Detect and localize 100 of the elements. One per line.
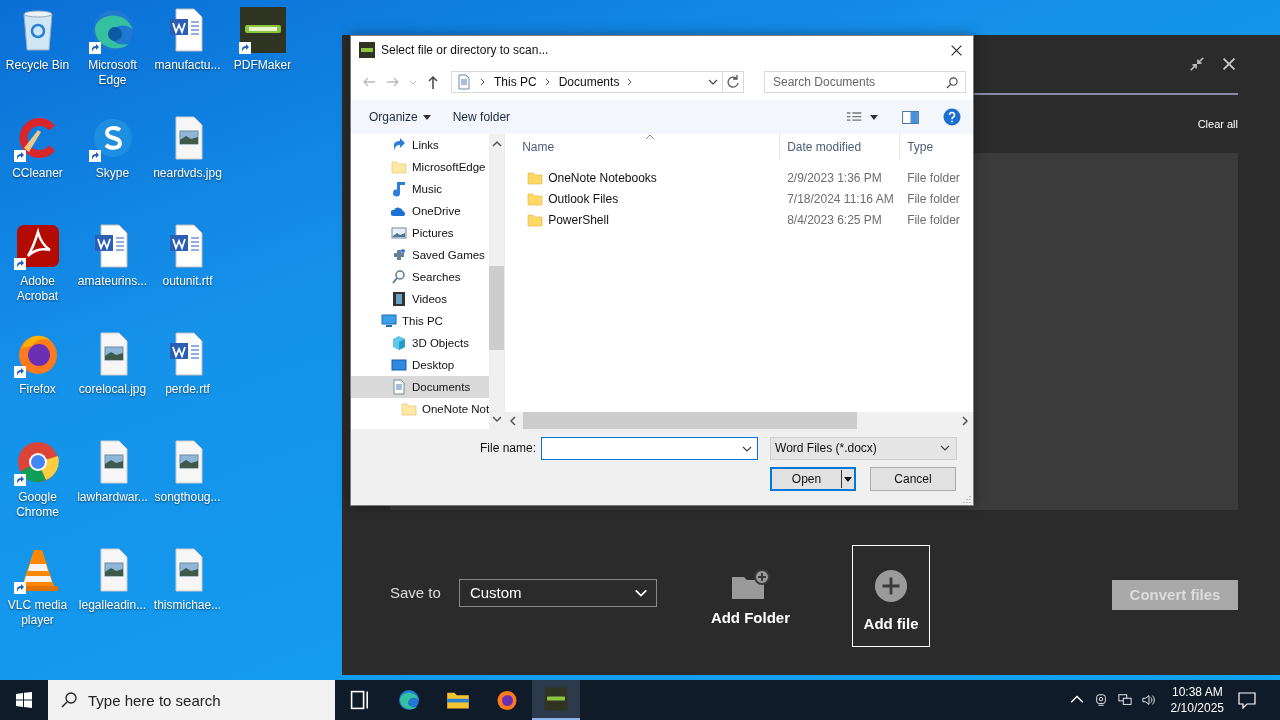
taskbar-search-field[interactable]: Type here to search: [48, 680, 335, 720]
file-name-label: File name:: [480, 441, 537, 455]
search-field[interactable]: Search Documents: [764, 71, 966, 93]
help-icon[interactable]: [943, 108, 961, 126]
folder-icon: [527, 169, 544, 186]
navigation-item[interactable]: This PC: [351, 310, 490, 332]
cube-icon: [391, 335, 407, 351]
view-list-icon[interactable]: [846, 110, 864, 124]
taskbar-app-button[interactable]: [532, 680, 580, 720]
navigation-item[interactable]: Links: [351, 134, 490, 156]
column-header[interactable]: Type: [900, 134, 974, 160]
desktop-icon-label[interactable]: CCleaner: [0, 166, 75, 181]
search-icon: [946, 76, 959, 89]
organize-button[interactable]: Organize: [361, 106, 439, 128]
desktop-icon-label[interactable]: PDFMaker: [225, 58, 300, 73]
type-cell-text: File folder: [906, 170, 961, 185]
desktop-icon-label[interactable]: neardvds.jpg: [150, 166, 225, 181]
caret-down-icon[interactable]: [870, 113, 878, 121]
film-icon: [391, 291, 407, 307]
navigation-item[interactable]: OneDrive: [351, 200, 490, 222]
network-icon[interactable]: [1117, 693, 1132, 707]
file-name-cell[interactable]: PowerShell: [509, 211, 781, 228]
preview-pane-icon[interactable]: [902, 110, 919, 124]
open-button[interactable]: Open: [770, 467, 856, 491]
navigation-item[interactable]: Pictures: [351, 222, 490, 244]
date-cell-text: 8/4/2023 6:25 PM: [786, 212, 883, 227]
file-name-cell[interactable]: OneNote Notebooks: [509, 169, 781, 186]
desktop-icon-label[interactable]: amateurins...: [75, 274, 150, 289]
cancel-button[interactable]: Cancel: [870, 467, 956, 491]
chevron-down-icon: [940, 443, 951, 453]
add-file-button[interactable]: Add file: [852, 544, 931, 647]
breadcrumb-item[interactable]: This PC: [494, 75, 537, 89]
folder-plus-icon: [730, 569, 771, 601]
chevron-right-icon[interactable]: [543, 78, 552, 86]
search-icon: [391, 269, 407, 285]
close-icon[interactable]: [1220, 55, 1238, 73]
app-logo-icon: [238, 6, 287, 54]
speaker-icon[interactable]: [1141, 693, 1156, 707]
document-icon: [391, 379, 407, 395]
folder-icon: [527, 211, 544, 228]
file-type-dropdown[interactable]: Word Files (*.docx): [770, 436, 958, 460]
scrollbar[interactable]: [489, 134, 505, 429]
clear-all-button[interactable]: Clear all: [1197, 116, 1238, 132]
wave-logo-icon: [397, 688, 421, 712]
navigation-item[interactable]: OneNote Not: [351, 398, 490, 420]
save-to-dropdown[interactable]: Custom: [458, 578, 657, 607]
music-note-icon: [391, 181, 407, 197]
folder-icon: [391, 159, 407, 175]
caret-down-icon: [422, 113, 431, 121]
monitor-icon: [381, 313, 397, 329]
add-folder-button[interactable]: Add Folder: [710, 569, 791, 626]
picture-icon: [391, 225, 407, 241]
folder-icon: [401, 401, 417, 417]
navigation-item[interactable]: Documents: [351, 376, 490, 398]
navigation-item[interactable]: Searches: [351, 266, 490, 288]
desktop-icon-label[interactable]: Skype: [75, 166, 150, 181]
date-cell-text: 2/9/2023 1:36 PM: [786, 170, 883, 185]
breadcrumb-item[interactable]: Documents: [558, 75, 620, 89]
desktop-icon-label[interactable]: Adobe Acrobat: [0, 274, 75, 304]
folder-icon: [527, 190, 544, 207]
navigation-item[interactable]: MicrosoftEdge: [351, 156, 490, 178]
app-logo-icon: [359, 42, 375, 58]
collapse-icon[interactable]: [1188, 55, 1206, 73]
save-to-label: Save to: [390, 584, 441, 601]
app-logo-icon: [544, 687, 568, 711]
file-name-cell[interactable]: Outlook Files: [509, 190, 781, 207]
address-bar[interactable]: This PC Documents: [451, 71, 723, 93]
file-name-field[interactable]: [541, 436, 759, 460]
desktop-icon: [391, 357, 407, 373]
date-cell-text: 7/18/2024 11:16 AM: [786, 191, 895, 206]
close-icon[interactable]: [950, 43, 963, 57]
navigation-item[interactable]: 3D Objects: [351, 332, 490, 354]
navigation-item[interactable]: Music: [351, 178, 490, 200]
clock-time[interactable]: 10:38 AM: [1171, 684, 1223, 700]
notification-icon[interactable]: [1238, 691, 1256, 709]
navigation-item[interactable]: Saved Games: [351, 244, 490, 266]
navigation-item[interactable]: Desktop: [351, 354, 490, 376]
document-icon: [456, 74, 472, 90]
desktop-icon-label[interactable]: Recycle Bin: [0, 58, 75, 73]
dialog-title: Select file or directory to scan...: [381, 43, 550, 57]
desktop-icon-label[interactable]: manufactu...: [150, 58, 225, 73]
type-cell-text: File folder: [906, 212, 961, 227]
new-folder-button[interactable]: New folder: [444, 106, 519, 128]
caret-down-icon: [844, 475, 852, 483]
chevron-down-icon[interactable]: [708, 77, 718, 87]
resize-grip-icon[interactable]: [961, 493, 971, 503]
desktop-icon-label[interactable]: outunit.rtf: [150, 274, 225, 289]
plus-circle-icon: [874, 569, 909, 603]
camera-icon[interactable]: [1093, 693, 1108, 707]
refresh-icon[interactable]: [722, 71, 744, 93]
windows-logo-icon: [16, 692, 32, 708]
fox-logo-icon: [495, 688, 519, 712]
navigation-item[interactable]: Videos: [351, 288, 490, 310]
column-header[interactable]: Date modified: [780, 134, 901, 160]
chevron-right-icon[interactable]: [479, 78, 487, 86]
desktop-icon-label[interactable]: Microsoft Edge: [75, 58, 150, 88]
scrollbar[interactable]: [505, 412, 974, 429]
clock-date[interactable]: 2/10/2025: [1170, 700, 1224, 716]
puzzle-icon: [391, 247, 407, 263]
column-header[interactable]: Name: [509, 134, 781, 160]
